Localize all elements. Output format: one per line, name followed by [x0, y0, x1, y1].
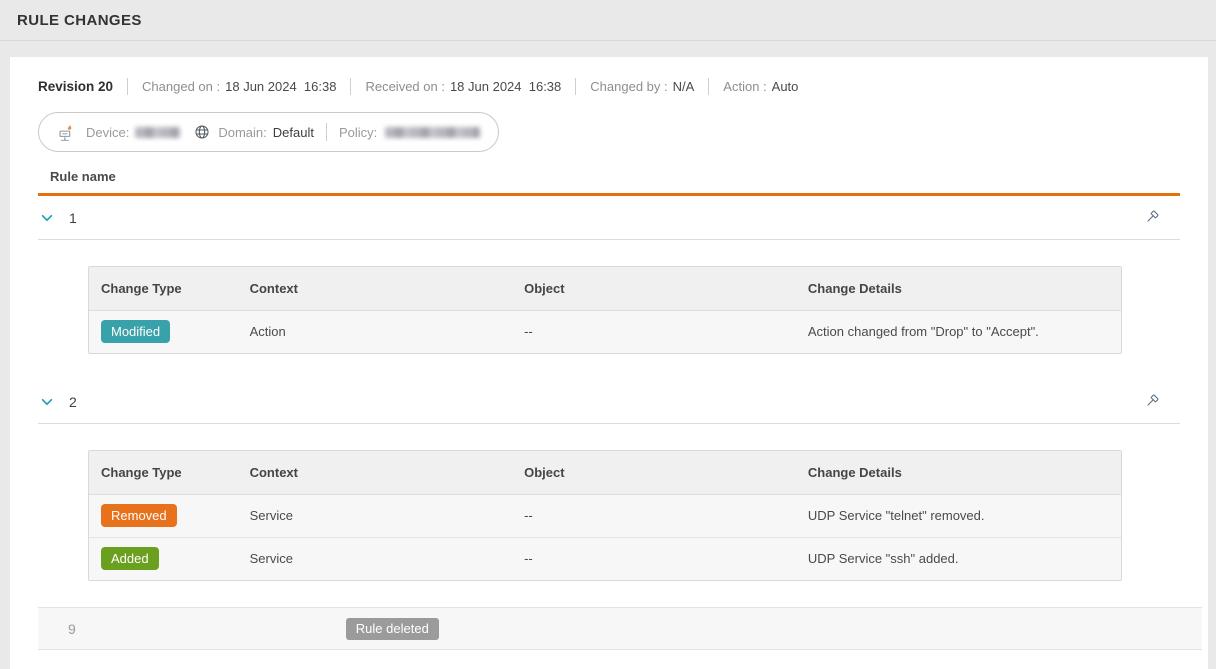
- change-object: --: [512, 537, 796, 580]
- change-object: --: [512, 494, 796, 537]
- change-type-badge: Added: [101, 547, 159, 570]
- rule-name: 2: [69, 394, 77, 410]
- col-object: Object: [512, 451, 796, 494]
- col-change-details: Change Details: [796, 451, 1121, 494]
- globe-icon: [194, 124, 210, 140]
- change-type-badge: Modified: [101, 320, 170, 343]
- col-context: Context: [238, 451, 513, 494]
- table-row: Added Service -- UDP Service "ssh" added…: [89, 537, 1121, 580]
- changed-by-label: Changed by :: [590, 79, 667, 94]
- table-header-row: Change Type Context Object Change Detail…: [89, 267, 1121, 310]
- context-pill: Device: Domain: Default Policy:: [38, 112, 499, 152]
- divider: [350, 78, 351, 95]
- table-row: Modified Action -- Action changed from "…: [89, 310, 1121, 353]
- changed-on-label: Changed on :: [142, 79, 220, 94]
- change-object: --: [512, 310, 796, 353]
- change-context: Action: [238, 310, 513, 353]
- domain-label: Domain:: [218, 125, 266, 140]
- rule-name-column-header: Rule name: [38, 169, 1180, 196]
- change-details: UDP Service "telnet" removed.: [796, 494, 1121, 537]
- policy-label: Policy:: [339, 125, 377, 140]
- col-change-type: Change Type: [89, 267, 238, 310]
- changed-on-value: 18 Jun 2024 16:38: [225, 79, 336, 94]
- table-header-row: Change Type Context Object Change Detail…: [89, 451, 1121, 494]
- divider: [575, 78, 576, 95]
- divider: [708, 78, 709, 95]
- device-label: Device:: [86, 125, 129, 140]
- received-on-value: 18 Jun 2024 16:38: [450, 79, 561, 94]
- change-details: UDP Service "ssh" added.: [796, 537, 1121, 580]
- revision-meta-line: Revision 20 Changed on : 18 Jun 2024 16:…: [38, 77, 1180, 95]
- action-label: Action :: [723, 79, 766, 94]
- action-value: Auto: [772, 79, 799, 94]
- changed-by-value: N/A: [673, 79, 695, 94]
- change-context: Service: [238, 537, 513, 580]
- col-change-details: Change Details: [796, 267, 1121, 310]
- rule-row-2[interactable]: 2: [38, 380, 1180, 424]
- revision-title: Revision 20: [38, 79, 113, 94]
- chevron-down-icon[interactable]: [40, 395, 54, 409]
- divider: [127, 78, 128, 95]
- rule-name: 1: [69, 210, 77, 226]
- chevron-down-icon[interactable]: [40, 211, 54, 225]
- table-row: Removed Service -- UDP Service "telnet" …: [89, 494, 1121, 537]
- rule-name: 9: [68, 621, 76, 637]
- change-details: Action changed from "Drop" to "Accept".: [796, 310, 1121, 353]
- gavel-icon[interactable]: [1143, 393, 1160, 410]
- device-value-redacted: [135, 127, 180, 138]
- firewall-device-icon: [57, 122, 78, 143]
- rule-deleted-badge: Rule deleted: [346, 618, 439, 640]
- received-on-label: Received on :: [365, 79, 445, 94]
- deleted-rule-row: 9 Rule deleted: [38, 607, 1202, 650]
- divider: [326, 123, 327, 141]
- rule-2-change-table: Change Type Context Object Change Detail…: [88, 450, 1122, 581]
- change-type-badge: Removed: [101, 504, 177, 527]
- col-object: Object: [512, 267, 796, 310]
- domain-value: Default: [273, 125, 314, 140]
- page-title: RULE CHANGES: [17, 12, 142, 29]
- gavel-icon[interactable]: [1143, 209, 1160, 226]
- rule-1-change-table: Change Type Context Object Change Detail…: [88, 266, 1122, 354]
- col-change-type: Change Type: [89, 451, 238, 494]
- page-header: RULE CHANGES: [0, 0, 1216, 41]
- rule-row-1[interactable]: 1: [38, 196, 1180, 240]
- rule-changes-panel: Revision 20 Changed on : 18 Jun 2024 16:…: [10, 57, 1208, 669]
- policy-value-redacted: [385, 127, 480, 138]
- col-context: Context: [238, 267, 513, 310]
- change-context: Service: [238, 494, 513, 537]
